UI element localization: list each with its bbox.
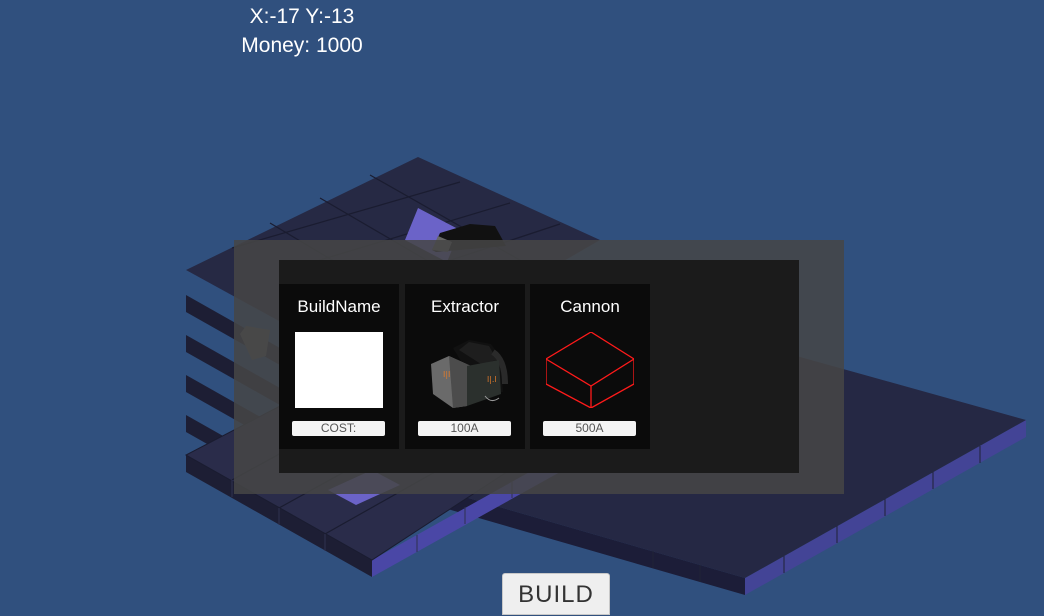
- build-card-cost: 100A: [418, 421, 511, 436]
- build-card-title: Cannon: [560, 297, 620, 316]
- build-card-extractor[interactable]: Extractor I|I l|.l 100A: [405, 284, 525, 449]
- svg-text:I|I: I|I: [443, 370, 450, 379]
- cannon-wireframe-icon: [546, 332, 634, 408]
- svg-text:l|.l: l|.l: [487, 375, 497, 384]
- hud: X:-17 Y:-13 Money: 1000: [232, 2, 372, 60]
- build-card-cannon[interactable]: Cannon 500A: [530, 284, 650, 449]
- build-card-buildname[interactable]: BuildName COST:: [279, 284, 399, 449]
- build-card-title: Extractor: [430, 297, 500, 316]
- build-button[interactable]: BUILD: [502, 573, 610, 615]
- build-card-cost: COST:: [292, 421, 385, 436]
- build-card-title: BuildName: [297, 297, 381, 316]
- extractor-icon: I|I l|.l: [431, 340, 508, 408]
- money-readout: Money: 1000: [241, 34, 363, 57]
- build-card-cost: 500A: [543, 421, 636, 436]
- coordinates-readout: X:-17 Y:-13: [249, 5, 355, 28]
- blank-preview-icon: [295, 332, 383, 408]
